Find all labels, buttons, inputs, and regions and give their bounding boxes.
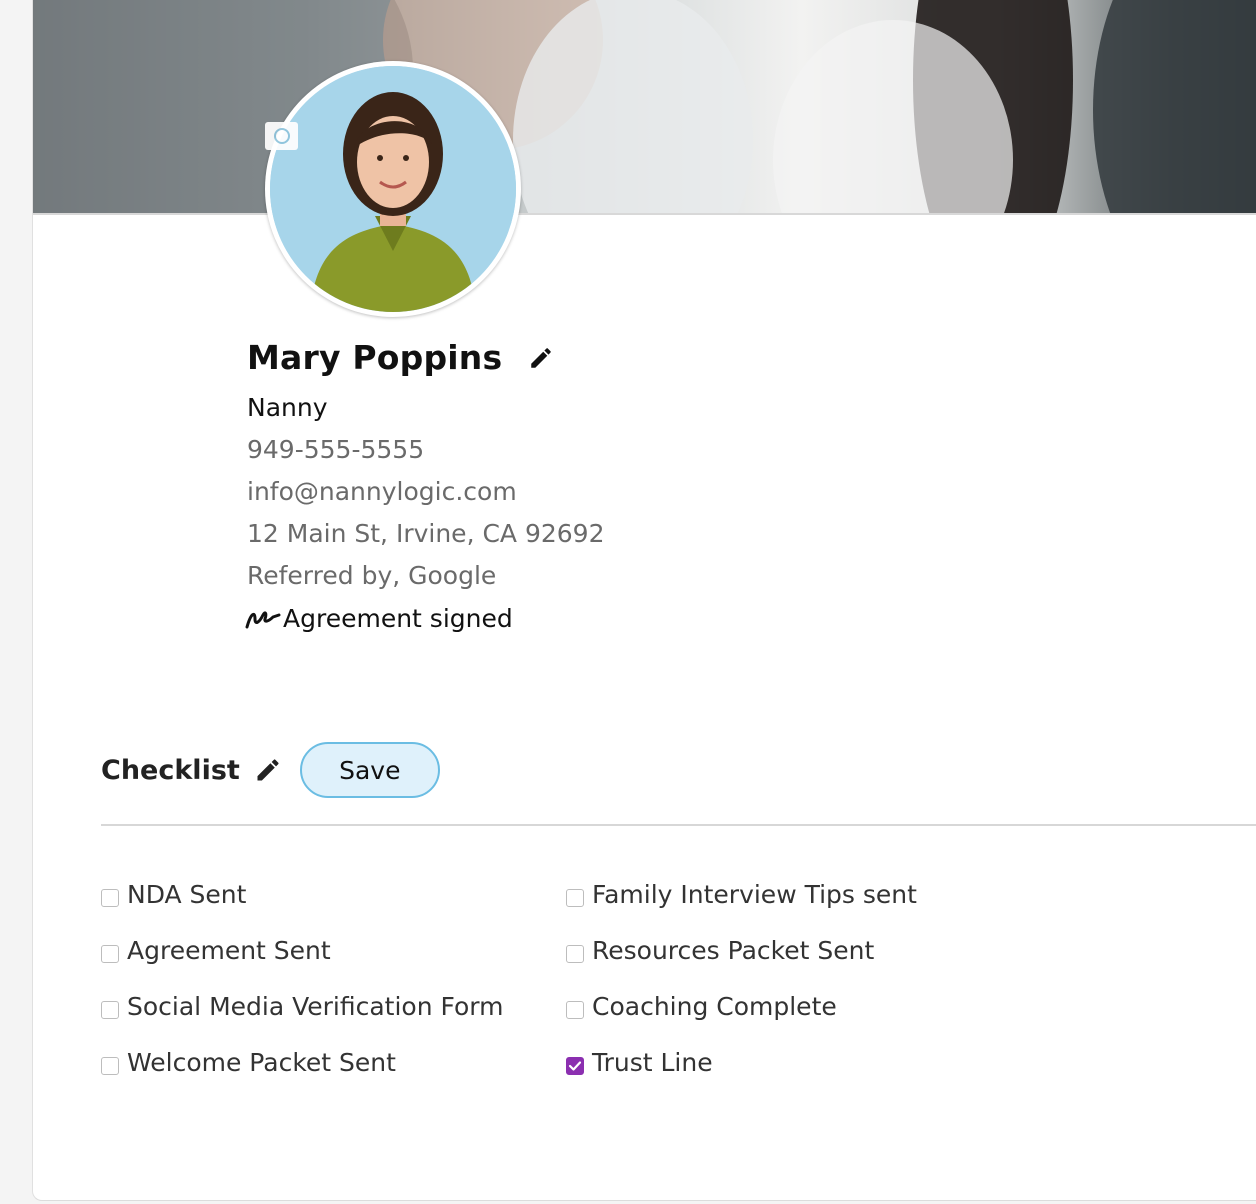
checklist-item-label: Agreement Sent <box>127 936 331 965</box>
agreement-status: Agreement signed <box>245 604 513 633</box>
checkbox[interactable] <box>101 944 119 963</box>
checklist-item-label: Family Interview Tips sent <box>592 880 917 909</box>
avatar[interactable] <box>265 61 521 317</box>
checklist-item-label: Welcome Packet Sent <box>127 1048 396 1077</box>
checklist-item[interactable]: Coaching Complete <box>566 992 837 1021</box>
checkbox[interactable] <box>101 1000 119 1019</box>
checklist-item[interactable]: Trust Line <box>566 1048 713 1077</box>
signature-icon <box>245 610 281 628</box>
checkbox-checked[interactable] <box>566 1056 584 1075</box>
checklist-item-label: Resources Packet Sent <box>592 936 875 965</box>
profile-role: Nanny <box>247 393 328 422</box>
checklist-item-label: Social Media Verification Form <box>127 992 504 1021</box>
checklist-item[interactable]: Resources Packet Sent <box>566 936 874 965</box>
checklist-item[interactable]: Social Media Verification Form <box>101 992 504 1021</box>
profile-email: info@nannylogic.com <box>247 477 517 506</box>
camera-icon[interactable] <box>265 122 298 150</box>
profile-card: Mary Poppins Nanny 949-555-5555 info@nan… <box>32 0 1256 1201</box>
pencil-icon[interactable] <box>254 756 282 784</box>
checkbox[interactable] <box>566 944 584 963</box>
pencil-icon[interactable] <box>528 345 554 371</box>
avatar-photo <box>270 66 516 312</box>
cover-photo <box>33 0 1256 215</box>
checkbox[interactable] <box>101 1056 119 1075</box>
agreement-label: Agreement signed <box>283 604 513 633</box>
checklist-item-label: Trust Line <box>592 1048 713 1077</box>
checkmark-icon <box>568 1060 582 1071</box>
profile-name: Mary Poppins <box>247 338 503 377</box>
checklist-item[interactable]: Agreement Sent <box>101 936 331 965</box>
checklist-item-label: Coaching Complete <box>592 992 837 1021</box>
checkbox[interactable] <box>566 1000 584 1019</box>
checklist-title: Checklist <box>101 754 240 786</box>
profile-address: 12 Main St, Irvine, CA 92692 <box>247 519 605 548</box>
profile-referral: Referred by, Google <box>247 561 497 590</box>
checklist-item[interactable]: Family Interview Tips sent <box>566 880 917 909</box>
divider <box>101 824 1256 826</box>
save-button[interactable]: Save <box>299 742 440 798</box>
checklist-item[interactable]: Welcome Packet Sent <box>101 1048 396 1077</box>
checkbox[interactable] <box>101 888 119 907</box>
checklist-item[interactable]: NDA Sent <box>101 880 246 909</box>
profile-phone: 949-555-5555 <box>247 435 425 464</box>
checklist-item-label: NDA Sent <box>127 880 247 909</box>
checkbox[interactable] <box>566 888 584 907</box>
